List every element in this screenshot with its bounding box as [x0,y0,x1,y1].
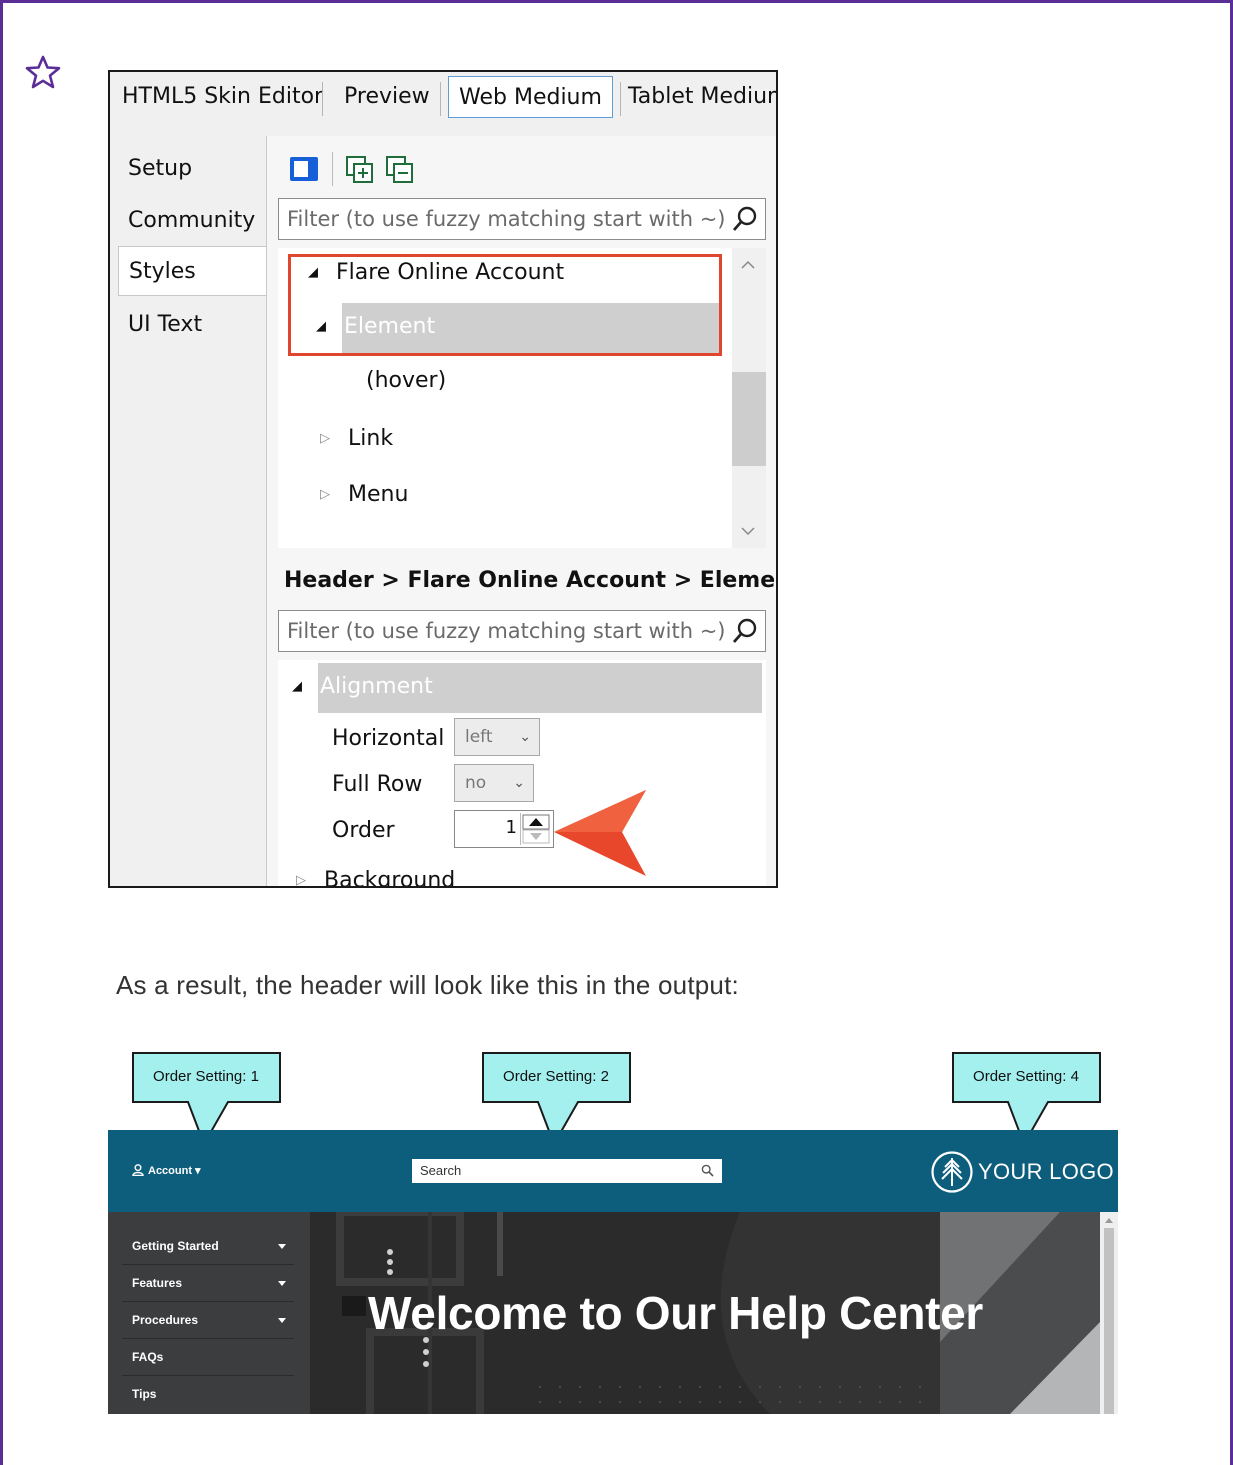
site-search-input[interactable]: Search [412,1159,722,1183]
caret-down-icon [278,1318,286,1323]
search-icon[interactable] [731,617,759,645]
chevron-down-icon: ⌄ [519,729,531,745]
account-menu[interactable]: Account ▾ [132,1164,201,1177]
tree-item-hover[interactable]: (hover) [366,368,446,393]
document-tabs: HTML5 Skin Editor Preview Web Medium Tab… [110,72,776,126]
scroll-up-icon[interactable] [738,258,758,272]
expand-all-icon[interactable] [344,154,378,184]
search-icon[interactable] [731,205,759,233]
site-logo[interactable]: YOUR LOGO [928,1150,1114,1194]
full-row-label: Full Row [332,772,423,797]
highlight-box [288,254,722,356]
side-tabs: Setup Community Styles UI Text [110,136,268,886]
tab-preview[interactable]: Preview [334,76,440,118]
collapsed-triangle-icon[interactable]: ▷ [296,873,306,886]
tree-item-menu[interactable]: ▷ Menu [320,482,408,507]
output-preview: Account ▾ Search YOUR LOGO Getting Start… [108,1130,1118,1414]
tab-separator [440,82,441,116]
user-icon [132,1164,144,1177]
nav-item-getting-started[interactable]: Getting Started [122,1228,294,1265]
search-icon[interactable] [701,1164,714,1177]
scroll-up-icon[interactable] [1104,1216,1114,1224]
collapsed-triangle-icon[interactable]: ▷ [320,431,330,446]
collapsed-triangle-icon[interactable]: ▷ [320,487,330,502]
nav-item-faqs[interactable]: FAQs [122,1339,294,1376]
side-tab-ui-text[interactable]: UI Text [128,312,202,337]
category-background[interactable]: ▷ Background [296,868,455,886]
caret-down-icon [278,1281,286,1286]
tree-scrollbar-thumb[interactable] [732,372,766,466]
expanded-triangle-icon[interactable]: ◢ [292,679,302,694]
caret-down-icon [278,1244,286,1249]
full-row-select[interactable]: no ⌄ [454,764,534,802]
pane-divider [266,136,267,886]
hero-banner: Welcome to Our Help Center [310,1212,1100,1414]
tab-tablet-medium[interactable]: Tablet Medium [618,76,776,118]
order-callout-4: Order Setting: 4 [952,1052,1102,1147]
side-tab-setup[interactable]: Setup [128,156,192,181]
styles-filter-input[interactable]: Filter (to use fuzzy matching start with… [278,198,766,240]
nav-item-tips[interactable]: Tips [122,1376,294,1413]
side-tab-styles[interactable]: Styles [118,246,268,296]
style-breadcrumb: Header > Flare Online Account > Element [284,568,778,593]
nav-item-features[interactable]: Features [122,1265,294,1302]
properties-filter-input[interactable]: Filter (to use fuzzy matching start with… [278,610,766,652]
star-icon[interactable] [24,54,62,90]
horizontal-label: Horizontal [332,726,445,751]
tab-web-medium[interactable]: Web Medium [448,76,613,118]
result-caption: As a result, the header will look like t… [116,970,739,1000]
pointer-arrow-icon [554,790,646,876]
tab-html5-skin-editor[interactable]: HTML5 Skin Editor [112,76,333,118]
site-scrollbar[interactable] [1100,1212,1118,1414]
site-header: Account ▾ Search YOUR LOGO [108,1130,1118,1212]
site-scrollbar-thumb[interactable] [1104,1228,1114,1414]
panel-toggle-icon[interactable] [288,154,322,184]
category-alignment[interactable]: ◢ Alignment [292,674,433,699]
order-value: 1 [505,817,517,838]
stepper-buttons [520,813,551,845]
site-nav: Getting Started Features Procedures FAQs… [108,1212,310,1414]
chevron-down-icon: ⌄ [513,775,525,791]
hero-title: Welcome to Our Help Center [368,1287,984,1339]
skin-editor-screenshot: HTML5 Skin Editor Preview Web Medium Tab… [108,70,778,888]
side-tab-community[interactable]: Community [128,208,255,233]
order-label: Order [332,818,395,843]
collapse-all-icon[interactable] [384,154,418,184]
filter-placeholder: Filter (to use fuzzy matching start with… [287,207,726,231]
filter-placeholder: Filter (to use fuzzy matching start with… [287,619,726,643]
nav-item-procedures[interactable]: Procedures [122,1302,294,1339]
order-callout-1: Order Setting: 1 [132,1052,282,1147]
scroll-down-icon[interactable] [738,524,758,538]
tab-separator [322,82,323,116]
horizontal-select[interactable]: left ⌄ [454,718,540,756]
toolbar-separator [332,152,333,186]
tree-logo-icon [931,1151,973,1193]
order-callout-2: Order Setting: 2 [482,1052,632,1147]
order-stepper[interactable]: 1 [454,810,554,848]
tree-item-link[interactable]: ▷ Link [320,426,393,451]
